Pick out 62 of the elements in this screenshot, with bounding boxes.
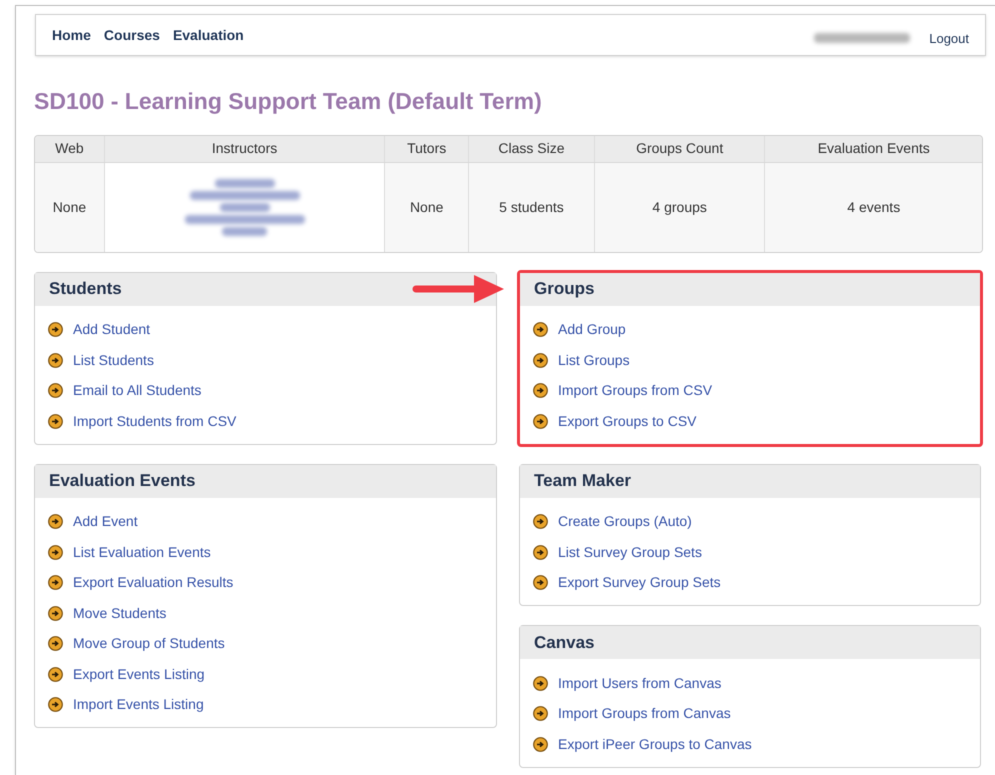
arrow-bullet-icon — [533, 736, 548, 752]
panel-link[interactable]: Export Events Listing — [48, 659, 483, 690]
panel-heading: Evaluation Events — [35, 464, 496, 498]
arrow-bullet-icon — [48, 697, 63, 712]
panel-heading: Team Maker — [520, 464, 980, 498]
arrow-bullet-icon — [533, 383, 548, 398]
panel-link[interactable]: Move Students — [48, 598, 483, 628]
column-header: Evaluation Events — [816, 139, 931, 158]
nav-link[interactable]: Evaluation — [172, 24, 244, 46]
arrow-bullet-icon — [48, 544, 63, 560]
panel-link[interactable]: Add Group — [533, 314, 967, 345]
panel-link[interactable]: Import Groups from Canvas — [533, 698, 967, 729]
arrow-bullet-icon — [533, 352, 548, 368]
nav-link[interactable]: Home — [52, 24, 91, 46]
column-header: Groups Count — [594, 136, 766, 162]
column-header: Web — [35, 136, 105, 162]
arrow-bullet-icon — [48, 414, 63, 429]
arrow-bullet-icon — [533, 322, 548, 338]
panel-link[interactable]: List Students — [48, 345, 483, 376]
panel-link[interactable]: Export iPeer Groups to Canvas — [533, 729, 967, 760]
panel-link[interactable]: List Groups — [533, 345, 967, 376]
panel-link[interactable]: Create Groups (Auto) — [533, 506, 967, 537]
arrow-bullet-icon — [48, 352, 63, 368]
panel-heading: Groups — [520, 272, 980, 306]
arrow-bullet-icon — [533, 575, 548, 590]
panel-link[interactable]: Import Groups from CSV — [533, 376, 967, 406]
panel-link[interactable]: Move Group of Students — [48, 628, 483, 659]
panel-link[interactable]: Import Events Listing — [48, 690, 483, 720]
table-cell: 5 students — [469, 162, 595, 252]
arrow-bullet-icon — [533, 414, 548, 429]
arrow-bullet-icon — [48, 514, 63, 530]
page-title: SD100 - Learning Support Team (Default Term) — [34, 87, 543, 116]
arrow-bullet-icon — [48, 636, 63, 652]
table-cell: None — [385, 162, 470, 252]
arrow-bullet-icon — [48, 666, 63, 682]
arrow-bullet-icon — [48, 322, 63, 338]
panel-link[interactable]: Export Evaluation Results — [48, 568, 483, 598]
arrow-bullet-icon — [533, 514, 548, 530]
panel-link[interactable]: Import Users from Canvas — [533, 668, 967, 698]
panel-heading: Students — [35, 272, 496, 306]
arrow-bullet-icon — [48, 606, 63, 621]
panel-link[interactable]: List Survey Group Sets — [533, 537, 967, 568]
panel-link[interactable]: Export Groups to CSV — [533, 406, 967, 436]
column-header: Class Size — [469, 136, 595, 162]
panel-heading: Canvas — [520, 626, 980, 659]
table-cell: 4 groups — [594, 162, 766, 252]
arrow-bullet-icon — [48, 575, 63, 590]
panel-link[interactable]: Add Event — [48, 506, 483, 537]
arrow-bullet-icon — [533, 706, 548, 722]
arrow-bullet-icon — [533, 544, 548, 560]
panel-link[interactable]: Add Student — [48, 314, 483, 345]
logout-link[interactable]: Logout — [929, 29, 969, 49]
arrow-bullet-icon — [48, 383, 63, 398]
panel-link[interactable]: Export Survey Group Sets — [533, 568, 967, 598]
panel-link[interactable]: List Evaluation Events — [48, 537, 483, 568]
column-header: Tutors — [385, 136, 470, 162]
nav-link[interactable]: Courses — [104, 24, 160, 46]
panel-link[interactable]: Email to All Students — [48, 376, 483, 406]
arrow-bullet-icon — [533, 676, 548, 691]
panel-link[interactable]: Import Students from CSV — [48, 406, 483, 436]
column-header: Instructors — [104, 136, 386, 162]
table-cell-text: 4 events — [846, 198, 902, 216]
